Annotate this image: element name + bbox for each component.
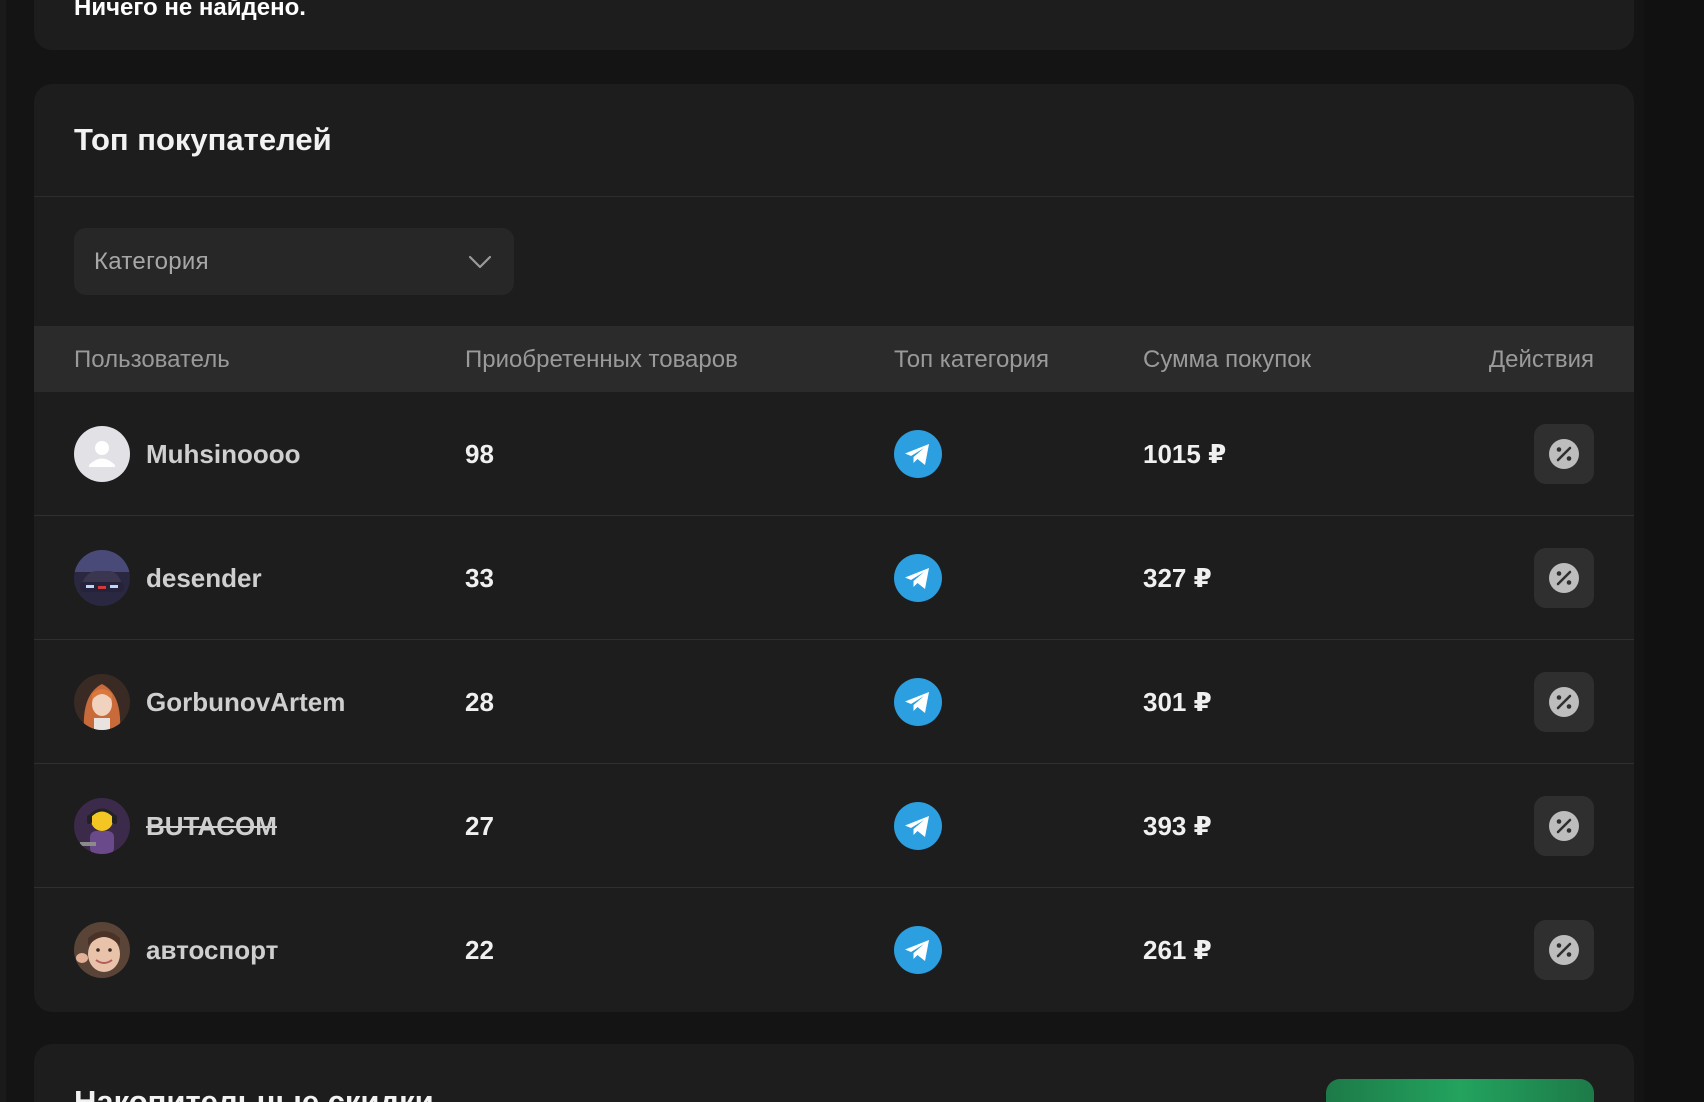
car-photo-avatar[interactable] <box>74 550 130 606</box>
purchase-sum: 301 ₽ <box>1143 686 1212 717</box>
column-count: Приобретенных товаров <box>465 346 738 373</box>
user-silhouette-icon <box>74 426 130 482</box>
table-row: GorbunovArtem 28 301 ₽ <box>34 640 1634 764</box>
discount-button[interactable] <box>1534 424 1594 484</box>
discount-percent-icon <box>1549 935 1579 965</box>
discount-button[interactable] <box>1534 548 1594 608</box>
card-title: Топ покупателей <box>74 122 332 157</box>
user-cell: desender <box>74 516 262 640</box>
top-category-cell <box>894 764 942 888</box>
cumulative-discounts-card: Накопительные скидки <box>34 1044 1634 1102</box>
telegram-icon <box>894 678 942 726</box>
table-row: автоспорт 22 261 ₽ <box>34 888 1634 1012</box>
purchased-count: 22 <box>465 934 494 965</box>
top-category-cell <box>894 888 942 1012</box>
left-edge <box>0 0 6 1102</box>
username-link[interactable]: автоспорт <box>146 935 278 966</box>
column-sum: Сумма покупок <box>1143 346 1312 373</box>
actions-cell <box>1534 888 1594 1012</box>
previous-card: Ничего не найдено. <box>34 0 1634 50</box>
discount-button[interactable] <box>1534 672 1594 732</box>
username-link[interactable]: desender <box>146 563 262 594</box>
column-category: Топ категория <box>894 346 1050 373</box>
cartoon-character-image-icon <box>74 798 130 854</box>
discount-button[interactable] <box>1534 796 1594 856</box>
child-photo-avatar[interactable] <box>74 922 130 978</box>
column-actions: Действия <box>1488 346 1594 373</box>
discount-percent-icon <box>1549 687 1579 717</box>
user-cell: Muhsinoooo <box>74 392 301 516</box>
top-category-cell <box>894 516 942 640</box>
purchase-sum: 327 ₽ <box>1143 562 1212 593</box>
actions-cell <box>1534 516 1594 640</box>
purchase-sum: 1015 ₽ <box>1143 438 1227 469</box>
column-user: Пользователь <box>74 346 230 373</box>
purchase-sum: 261 ₽ <box>1143 934 1212 965</box>
username-link[interactable]: Muhsinoooo <box>146 439 301 470</box>
category-select-label: Категория <box>94 247 209 275</box>
default-user-avatar[interactable] <box>74 426 130 482</box>
card-header: Топ покупателей <box>34 84 1634 197</box>
user-cell: BUTACOM <box>74 764 277 888</box>
page: Ничего не найдено. Топ покупателей Катег… <box>0 0 1704 1102</box>
table-row: BUTACOM 27 393 ₽ <box>34 764 1634 888</box>
actions-cell <box>1534 392 1594 516</box>
purchased-count: 28 <box>465 686 494 717</box>
purchased-count: 27 <box>465 810 494 841</box>
table-header: Пользователь Приобретенных товаров Топ к… <box>34 326 1634 392</box>
car-image-icon <box>74 550 130 606</box>
user-cell: автоспорт <box>74 888 278 1012</box>
purchased-count: 33 <box>465 562 494 593</box>
user-cell: GorbunovArtem <box>74 640 345 764</box>
child-photo-image-icon <box>74 922 130 978</box>
telegram-icon <box>894 430 942 478</box>
top-category-cell <box>894 640 942 764</box>
telegram-icon <box>894 926 942 974</box>
add-discount-button[interactable] <box>1326 1079 1594 1102</box>
telegram-icon <box>894 554 942 602</box>
actions-cell <box>1534 640 1594 764</box>
category-select[interactable]: Категория <box>74 228 514 295</box>
username-link-strikethrough[interactable]: BUTACOM <box>146 811 277 842</box>
discount-percent-icon <box>1549 811 1579 841</box>
discount-button[interactable] <box>1534 920 1594 980</box>
cartoon-character-avatar[interactable] <box>74 798 130 854</box>
top-category-cell <box>894 392 942 516</box>
table-row: Muhsinoooo 98 1015 ₽ <box>34 392 1634 516</box>
telegram-icon <box>894 802 942 850</box>
anime-girl-avatar[interactable] <box>74 674 130 730</box>
username-link[interactable]: GorbunovArtem <box>146 687 345 718</box>
purchased-count: 98 <box>465 438 494 469</box>
discount-percent-icon <box>1549 563 1579 593</box>
filter-zone: Категория <box>34 197 1634 326</box>
table-row: desender 33 327 ₽ <box>34 516 1634 640</box>
empty-state-text: Ничего не найдено. <box>74 0 306 21</box>
right-edge <box>1644 0 1704 1102</box>
purchase-sum: 393 ₽ <box>1143 810 1212 841</box>
top-buyers-card: Топ покупателей Категория Пользователь П… <box>34 84 1634 1012</box>
section-title: Накопительные скидки <box>74 1084 434 1102</box>
chevron-down-icon <box>468 255 492 268</box>
discount-percent-icon <box>1549 439 1579 469</box>
actions-cell <box>1534 764 1594 888</box>
anime-girl-image-icon <box>74 674 130 730</box>
